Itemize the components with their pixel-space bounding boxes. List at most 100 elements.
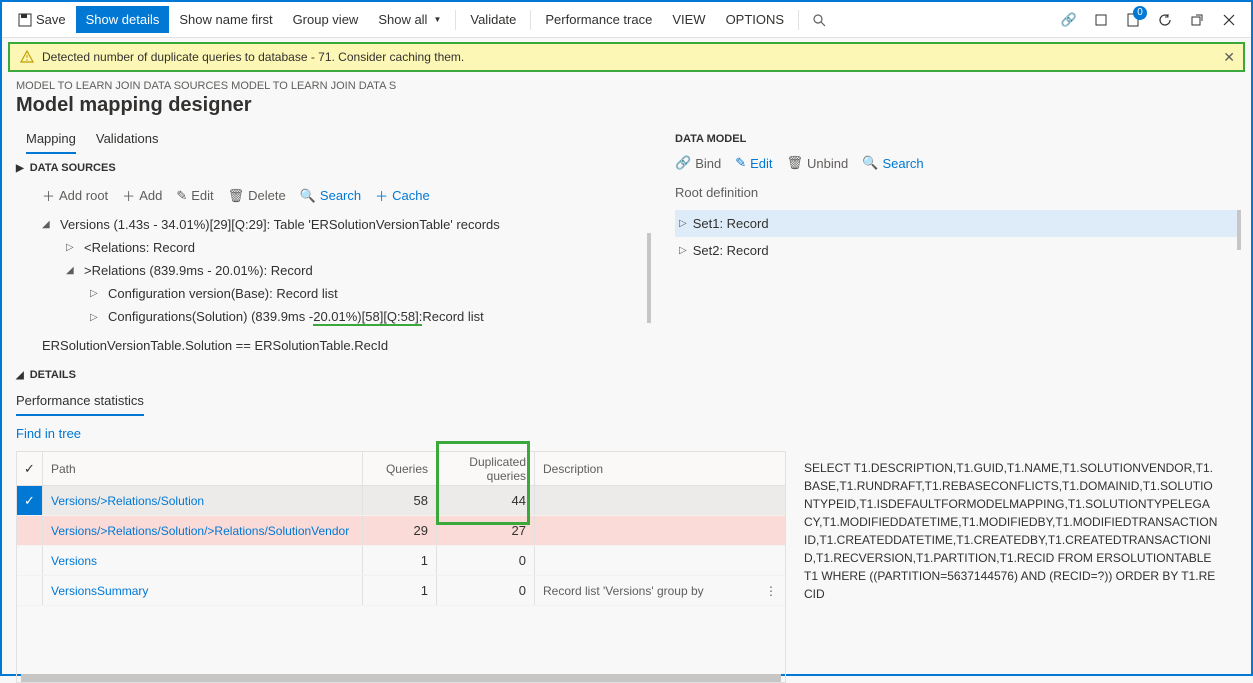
- details-label: DETAILS: [30, 369, 76, 381]
- notifications-button[interactable]: 0: [1117, 4, 1149, 36]
- show-name-first-label: Show name first: [179, 12, 272, 27]
- view-label: VIEW: [672, 12, 705, 27]
- search-button[interactable]: 🔍Search: [862, 155, 923, 171]
- add-button[interactable]: ＋Add: [122, 186, 162, 205]
- breadcrumb: MODEL TO LEARN JOIN DATA SOURCES MODEL T…: [2, 72, 1251, 92]
- show-details-button[interactable]: Show details: [76, 6, 170, 33]
- close-button[interactable]: [1213, 4, 1245, 36]
- group-view-button[interactable]: Group view: [283, 6, 369, 33]
- row-check[interactable]: [17, 576, 43, 605]
- edit-button[interactable]: ✎Edit: [735, 155, 772, 171]
- search-button[interactable]: 🔍Search: [300, 186, 361, 205]
- refresh-button[interactable]: [1149, 4, 1181, 36]
- tree-node-config-base[interactable]: ▷Configuration version(Base): Record lis…: [90, 282, 641, 305]
- data-model-toolbar: 🔗Bind ✎Edit 🗑Unbind 🔍Search: [671, 155, 1241, 181]
- grid-header-desc[interactable]: Description: [535, 452, 785, 485]
- row-dup: 0: [437, 546, 535, 575]
- office-icon: [1094, 13, 1108, 27]
- row-queries: 1: [363, 546, 437, 575]
- link-button[interactable]: 🔗: [1053, 4, 1085, 36]
- refresh-icon: [1158, 13, 1172, 27]
- options-label: OPTIONS: [726, 12, 785, 27]
- performance-trace-button[interactable]: Performance trace: [535, 6, 662, 33]
- page-title: Model mapping designer: [2, 92, 1251, 125]
- bind-button[interactable]: 🔗Bind: [675, 155, 721, 171]
- validate-button[interactable]: Validate: [460, 6, 526, 33]
- save-label: Save: [36, 12, 66, 27]
- office-button[interactable]: [1085, 4, 1117, 36]
- view-button[interactable]: VIEW: [662, 6, 715, 33]
- warning-text: Detected number of duplicate queries to …: [42, 50, 464, 64]
- grid-row[interactable]: Versions 1 0: [17, 546, 785, 576]
- tree-node-label: Configuration version(Base): Record list: [108, 286, 338, 301]
- grid-select-all[interactable]: ✓: [17, 452, 43, 485]
- caret-right-icon: ▷: [679, 218, 687, 229]
- delete-label: Delete: [248, 188, 286, 203]
- search-button[interactable]: [803, 4, 835, 36]
- details-header[interactable]: ◢DETAILS: [12, 361, 1241, 389]
- grid-header-queries[interactable]: Queries: [363, 452, 437, 485]
- expression-text: ERSolutionVersionTable.Solution == ERSol…: [12, 330, 651, 361]
- search-label: Search: [882, 156, 923, 171]
- dm-node-label: Set2: Record: [693, 243, 769, 258]
- scrollbar[interactable]: [1237, 210, 1241, 250]
- row-desc: [535, 486, 785, 515]
- notif-badge: 0: [1133, 6, 1147, 20]
- grid-row[interactable]: ✓ Versions/>Relations/Solution 58 44: [17, 486, 785, 516]
- delete-button[interactable]: 🗑Delete: [228, 186, 286, 205]
- row-path: Versions/>Relations/Solution/>Relations/…: [43, 516, 363, 545]
- grid-row[interactable]: Versions/>Relations/Solution/>Relations/…: [17, 516, 785, 546]
- edit-button[interactable]: ✎Edit: [176, 186, 213, 205]
- warning-bar: Detected number of duplicate queries to …: [8, 42, 1245, 72]
- tab-validations[interactable]: Validations: [96, 125, 159, 154]
- warning-close-button[interactable]: ✕: [1223, 49, 1235, 66]
- search-label: Search: [320, 188, 361, 203]
- perf-stats-tab[interactable]: Performance statistics: [16, 389, 144, 416]
- add-label: Add: [139, 188, 162, 203]
- add-root-button[interactable]: ＋Add root: [42, 186, 108, 205]
- tree-node-label: Configurations(Solution) (839.9ms - 20.0…: [108, 309, 484, 326]
- grid-header-path[interactable]: Path: [43, 452, 363, 485]
- row-queries: 58: [363, 486, 437, 515]
- dm-node-set2[interactable]: ▷Set2: Record: [675, 237, 1237, 264]
- tree-node-versions[interactable]: ◢Versions (1.43s - 34.01%)[29][Q:29]: Ta…: [42, 213, 641, 236]
- horizontal-scrollbar[interactable]: [21, 674, 781, 682]
- more-icon[interactable]: ⋮: [765, 584, 777, 598]
- scrollbar[interactable]: [647, 233, 651, 323]
- data-sources-tree: ◢Versions (1.43s - 34.01%)[29][Q:29]: Ta…: [12, 213, 651, 330]
- unbind-button[interactable]: 🗑Unbind: [787, 155, 849, 171]
- save-button[interactable]: Save: [8, 6, 76, 33]
- cache-label: Cache: [392, 188, 430, 203]
- edit-label: Edit: [750, 156, 772, 171]
- row-check[interactable]: [17, 516, 43, 545]
- tree-node-relations-out[interactable]: ◢>Relations (839.9ms - 20.01%): Record: [66, 259, 641, 282]
- row-check[interactable]: ✓: [17, 486, 43, 515]
- tree-node-config-solution[interactable]: ▷Configurations(Solution) (839.9ms - 20.…: [90, 305, 641, 330]
- row-check[interactable]: [17, 546, 43, 575]
- dm-node-set1[interactable]: ▷Set1: Record: [675, 210, 1237, 237]
- tab-mapping[interactable]: Mapping: [26, 125, 76, 154]
- details-section: ◢DETAILS Performance statistics Find in …: [2, 361, 1251, 683]
- row-queries: 29: [363, 516, 437, 545]
- group-view-label: Group view: [293, 12, 359, 27]
- data-sources-header[interactable]: ▶DATA SOURCES: [12, 154, 651, 182]
- popout-button[interactable]: [1181, 4, 1213, 36]
- show-all-button[interactable]: Show all▼: [368, 6, 451, 33]
- tree-node-relations-in[interactable]: ▷<Relations: Record: [66, 236, 641, 259]
- show-name-first-button[interactable]: Show name first: [169, 6, 282, 33]
- pencil-icon: ✎: [176, 188, 187, 204]
- caret-down-icon: ◢: [42, 219, 54, 230]
- data-model-tree: ▷Set1: Record ▷Set2: Record: [671, 210, 1241, 264]
- check-icon: ✓: [24, 461, 35, 477]
- row-path: VersionsSummary: [43, 576, 363, 605]
- separator: [798, 10, 799, 30]
- grid-header-dup[interactable]: Duplicated queries: [437, 452, 535, 485]
- cache-button[interactable]: ＋Cache: [375, 186, 430, 205]
- grid-row[interactable]: VersionsSummary 1 0 Record list 'Version…: [17, 576, 785, 606]
- plus-icon: ＋: [42, 186, 55, 205]
- row-dup: 0: [437, 576, 535, 605]
- find-in-tree-link[interactable]: Find in tree: [12, 416, 85, 451]
- sql-preview: SELECT T1.DESCRIPTION,T1.GUID,T1.NAME,T1…: [796, 451, 1226, 683]
- tree-node-label: <Relations: Record: [84, 240, 195, 255]
- options-button[interactable]: OPTIONS: [716, 6, 795, 33]
